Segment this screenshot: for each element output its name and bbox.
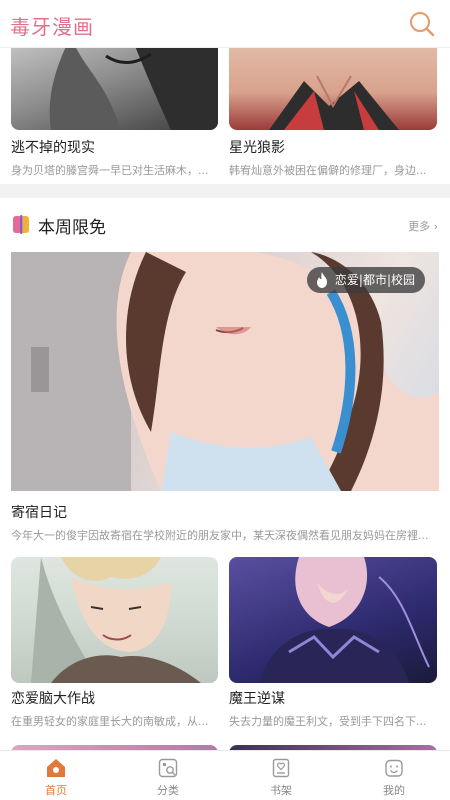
featured-desc: 今年大一的俊宇因故寄宿在学校附近的朋友家中，某天深夜偶然看见朋友妈妈在房裡... <box>11 529 429 542</box>
profile-icon <box>384 758 404 778</box>
comic-cover[interactable] <box>229 48 437 130</box>
comic-title[interactable]: 星光狼影 <box>229 137 437 157</box>
section-divider <box>0 184 450 198</box>
genre-tag-text: 恋爱|都市|校园 <box>334 273 415 287</box>
tab-home[interactable]: 首页 <box>0 751 112 800</box>
top-bar: 毒牙漫画 <box>0 0 450 48</box>
genre-tag: 恋爱|都市|校园 <box>306 267 425 293</box>
tab-label: 书架 <box>270 784 292 797</box>
comic-card[interactable] <box>229 48 437 130</box>
bookshelf-icon <box>271 758 291 778</box>
comic-cover[interactable] <box>229 557 437 683</box>
comic-title[interactable]: 逃不掉的现实 <box>11 137 218 157</box>
comic-desc: 在重男轻女的家庭里长大的南敏成，从... <box>11 715 209 728</box>
app-title: 毒牙漫画 <box>10 15 94 39</box>
bottom-tab-bar: 首页 分类 书架 我的 <box>0 750 450 800</box>
comic-cover[interactable] <box>11 557 218 683</box>
featured-cover[interactable]: 恋爱|都市|校园 <box>11 252 439 491</box>
comic-desc: 失去力量的魔王利文，受到手下四名下... <box>229 715 427 728</box>
book-icon <box>12 214 30 234</box>
tab-category[interactable]: 分类 <box>112 751 224 800</box>
featured-comic-card[interactable]: 恋爱|都市|校园 <box>11 252 439 491</box>
home-icon <box>46 758 66 778</box>
comic-cover[interactable] <box>11 48 218 130</box>
comic-title[interactable]: 魔王逆谋 <box>229 688 437 708</box>
featured-title[interactable]: 寄宿日记 <box>11 502 439 522</box>
tab-bookshelf[interactable]: 书架 <box>225 751 337 800</box>
tab-label: 首页 <box>45 784 67 797</box>
tab-profile[interactable]: 我的 <box>338 751 450 800</box>
comic-card[interactable] <box>11 557 218 683</box>
tab-label: 分类 <box>157 784 179 797</box>
comic-title[interactable]: 恋爱脑大作战 <box>11 688 218 708</box>
section-title: 本周限免 <box>38 218 106 238</box>
comic-card[interactable] <box>11 48 218 130</box>
more-link[interactable]: 更多 › <box>408 218 438 234</box>
section-header: 本周限免 更多 › <box>0 210 450 240</box>
comic-desc: 韩宥灿意外被困在偏僻的修理厂，身边... <box>229 164 427 177</box>
search-icon[interactable] <box>408 10 436 38</box>
comic-desc: 身为贝塔的滕宫舜一早已对生活麻木，... <box>11 164 209 177</box>
fire-icon <box>316 272 327 288</box>
tab-label: 我的 <box>383 784 405 797</box>
comic-card[interactable] <box>229 557 437 683</box>
category-icon <box>158 758 178 778</box>
home-feed[interactable]: 逃不掉的现实 身为贝塔的滕宫舜一早已对生活麻木，... 星光狼影 韩宥灿意外被困… <box>0 48 450 750</box>
